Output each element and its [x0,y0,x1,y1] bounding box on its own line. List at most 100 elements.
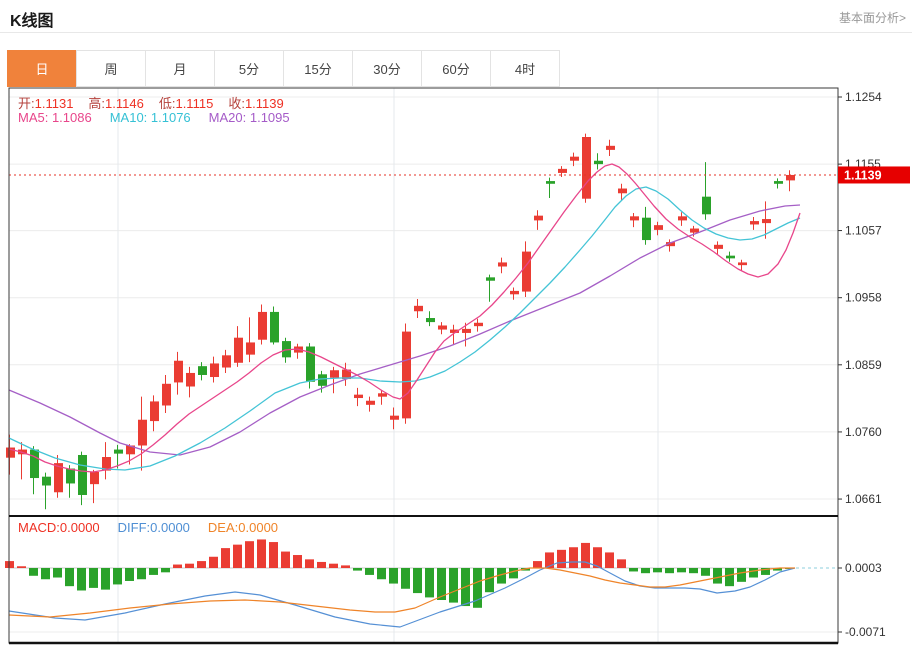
macd-bar [365,568,374,575]
candle-body [234,337,243,363]
macd-bar [185,563,194,568]
candle-body [510,290,519,295]
candle-body [774,181,783,184]
macd-bar [449,568,458,603]
tab-period-6[interactable]: 60分 [421,50,491,87]
macd-bar [65,568,74,587]
macd-bar [77,568,86,591]
macd-bar [293,555,302,568]
macd-bar [29,568,38,576]
macd-readout: MACD:0.0000 DIFF:0.0000 DEA:0.0000 [18,520,296,535]
macd-bar [737,568,746,582]
current-price-badge-text: 1.1139 [844,168,882,182]
candle-body [354,394,363,399]
macd-bar [221,548,230,568]
macd-bar [353,568,362,571]
candle-body [714,244,723,249]
macd-bar [101,568,110,590]
ma-item-2: MA20: 1.1095 [208,110,290,125]
candle-body [606,145,615,150]
ohlc-label-2: 低: [158,96,176,111]
candle-body [366,400,375,405]
price-axis-label: 1.1254 [845,90,882,104]
macd-axis-label: -0.0071 [845,625,886,639]
macd-bar [725,568,734,587]
tab-period-1[interactable]: 周 [76,50,146,87]
macd-bar [413,568,422,594]
ma10-line [8,186,801,471]
macd-bar [341,565,350,568]
macd-bar [161,568,170,573]
candle-body [462,328,471,333]
chart-frame [8,87,839,644]
candle-body [66,468,75,484]
ohlc-group-1: 高:1.1146 [88,96,143,111]
macd-bar [389,568,398,584]
candle-body [738,262,747,266]
candle-body [690,228,699,233]
page-title: K线图 [10,13,54,30]
ohlc-value-2: 1.1115 [175,96,214,111]
candle-body [702,196,711,215]
macd-bar [53,568,62,578]
candle-body [174,360,183,383]
ohlc-label-3: 收: [228,96,245,111]
macd-bar [137,568,146,580]
candle-body [642,217,651,241]
ohlc-label-0: 开: [18,96,35,111]
macd-item-1: DIFF:0.0000 [117,520,190,535]
tab-period-2[interactable]: 月 [145,50,215,87]
macd-bar [509,568,518,579]
period-tabbar: 日周月 5分 15分 30分 60分 4时 [7,50,560,87]
macd-bar [713,568,722,584]
price-axis-label: 1.1057 [845,224,882,238]
candle-body [762,219,771,224]
macd-bar [629,568,638,572]
candle-body [546,181,555,184]
candle-body [30,449,39,479]
macd-bar [281,551,290,568]
price-axis-label: 1.0859 [845,358,882,372]
candle-body [582,137,591,199]
candle-body [186,372,195,387]
macd-item-2: DEA:0.0000 [207,520,279,535]
candle-body [150,401,159,422]
macd-bar [533,561,542,568]
candle-body [270,311,279,343]
macd-bar [317,561,326,568]
candle-body [474,322,483,327]
candle-body [438,325,447,330]
ohlc-label-1: 高: [88,96,106,111]
fundamental-analysis-link[interactable]: 基本面分析> [839,9,906,26]
candle-body [414,305,423,312]
tab-period-7[interactable]: 4时 [490,50,560,87]
macd-bar [653,568,662,573]
macd-bar [269,542,278,568]
macd-bar [701,568,710,576]
candle-body [198,366,207,375]
candle-body [498,262,507,267]
ohlc-group-0: 开:1.1131 [18,96,73,111]
tab-period-5[interactable]: 30分 [352,50,422,87]
candle-body [486,277,495,281]
tab-period-4[interactable]: 15分 [283,50,353,87]
macd-bar [125,568,134,581]
tab-period-0[interactable]: 日 [7,50,77,87]
macd-bar [665,568,674,574]
candle-body [114,449,123,454]
page-header: K线图 基本面分析> [0,0,912,33]
candle-body [570,156,579,161]
price-axis-label: 1.0958 [845,291,882,305]
macd-bar [41,568,50,580]
tab-period-3[interactable]: 5分 [214,50,284,87]
macd-bar [425,568,434,598]
candle-body [390,415,399,420]
macd-bar [677,568,686,573]
candle-body [558,168,567,173]
candle-body [402,331,411,419]
macd-bar [617,559,626,568]
macd-bar [377,568,386,580]
ma-readout: MA5: 1.1086 MA10: 1.1076 MA20: 1.1095 [18,110,308,125]
macd-axis-label: 0.0003 [845,561,882,575]
macd-bar [197,561,206,568]
